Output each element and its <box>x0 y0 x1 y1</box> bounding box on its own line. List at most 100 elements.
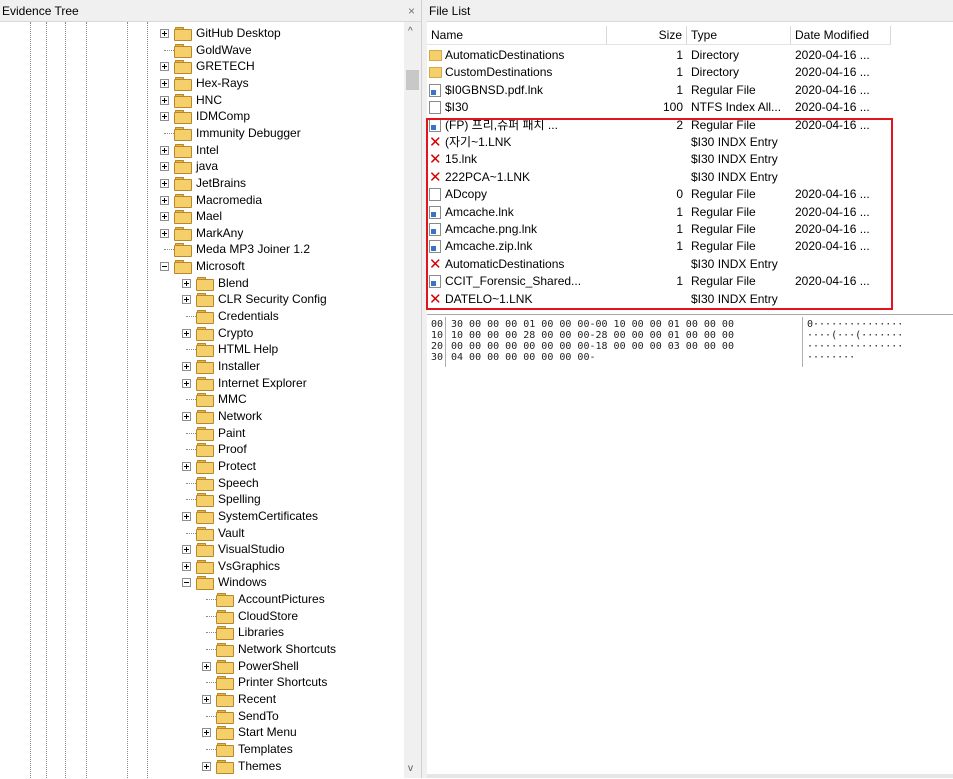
expand-plus-icon[interactable] <box>160 228 169 238</box>
folder-icon <box>174 143 192 158</box>
file-row[interactable]: $I30 100 NTFS Index All... 2020-04-16 ... <box>427 99 891 116</box>
scroll-up-arrow-icon[interactable]: ^ <box>408 26 413 37</box>
expand-plus-icon[interactable] <box>202 728 211 738</box>
tree-connector <box>186 316 196 317</box>
file-row[interactable]: AutomaticDestinations 1 Directory 2020-04-1… <box>427 47 891 64</box>
folder-icon <box>429 67 442 79</box>
file-name: AutomaticDestinations <box>445 48 565 62</box>
expand-plus-icon[interactable] <box>160 95 169 105</box>
tree-node-label: Crypto <box>218 325 254 340</box>
tree-node-label: Spelling <box>218 492 261 507</box>
expand-plus-icon[interactable] <box>182 328 191 338</box>
tree-node-label: Speech <box>218 475 259 490</box>
tree-scrollbar[interactable]: ^ v <box>404 22 421 778</box>
expand-plus-icon[interactable] <box>202 661 211 671</box>
expand-plus-icon[interactable] <box>160 29 169 38</box>
expand-plus-icon[interactable] <box>182 411 191 421</box>
folder-icon <box>196 276 214 291</box>
folder-icon <box>216 626 234 641</box>
file-size: 1 <box>676 48 683 62</box>
scroll-thumb[interactable] <box>406 70 419 90</box>
tree-connector <box>206 615 216 617</box>
tree-node-label: GoldWave <box>196 42 252 57</box>
column-header-type[interactable]: Type <box>687 26 791 44</box>
tree-node-label: GRETECH <box>196 59 255 74</box>
evidence-tree-titlebar: Evidence Tree × <box>0 0 421 22</box>
tree-node-label: Network Shortcuts <box>238 642 337 656</box>
folder-icon <box>174 60 192 75</box>
folder-icon <box>216 726 234 741</box>
expand-plus-icon[interactable] <box>160 112 169 122</box>
expand-plus-icon[interactable] <box>202 761 211 771</box>
hex-view-scrollbar[interactable] <box>427 774 953 778</box>
hex-bytes: 00 00 00 00 00 00 00 00-18 00 00 00 03 0… <box>451 341 734 352</box>
expand-plus-icon[interactable] <box>160 145 169 155</box>
tree-connector <box>164 49 174 51</box>
expand-plus-icon[interactable] <box>182 278 191 288</box>
expand-plus-icon[interactable] <box>182 295 191 305</box>
tree-connector <box>186 532 196 534</box>
tree-node-label: CloudStore <box>238 608 299 623</box>
folder-icon <box>196 409 214 424</box>
expand-plus-icon[interactable] <box>182 561 191 571</box>
expand-plus-icon[interactable] <box>182 378 191 388</box>
tree-node-label: Libraries <box>238 625 285 640</box>
hex-offset: 20 <box>431 341 444 352</box>
folder-icon <box>216 659 234 674</box>
folder-icon <box>174 193 192 208</box>
tree-node-label: Protect <box>218 458 257 473</box>
tree-node-label: Microsoft <box>196 259 245 274</box>
folder-icon <box>196 343 214 358</box>
folder-icon <box>196 543 214 558</box>
expand-plus-icon[interactable] <box>160 78 169 88</box>
collapse-minus-icon[interactable] <box>160 262 169 272</box>
expand-plus-icon[interactable] <box>160 195 169 205</box>
expand-plus-icon[interactable] <box>160 178 169 188</box>
expand-plus-icon[interactable] <box>182 545 191 555</box>
tree-connector <box>206 682 216 684</box>
folder-icon <box>174 93 192 108</box>
tree-node-label: Proof <box>218 442 247 457</box>
folder-icon <box>174 110 192 125</box>
tree-node-label: Windows <box>218 575 267 590</box>
expand-plus-icon[interactable] <box>202 695 211 704</box>
tree-connector <box>186 349 196 351</box>
folder-icon <box>174 210 192 225</box>
folder-icon <box>196 426 214 441</box>
tree-connector <box>186 449 196 451</box>
collapse-minus-icon[interactable] <box>182 578 191 588</box>
hex-view[interactable]: 00 30 00 00 00 01 00 00 00-00 10 00 00 01… <box>427 314 953 779</box>
folder-icon <box>174 243 192 258</box>
file-date-modified: 2020-04-16 ... <box>795 100 870 115</box>
expand-plus-icon[interactable] <box>182 362 191 371</box>
tree-node-label: SystemCertificates <box>218 508 319 523</box>
evidence-tree[interactable]: GitHub Desktop GoldWave GRETECH Hex-Rays HNC… <box>0 22 404 778</box>
folder-icon <box>196 310 214 324</box>
folder-icon <box>216 742 234 757</box>
folder-icon <box>216 693 234 707</box>
file-name: CustomDestinations <box>445 65 553 80</box>
file-list-header: Name Size Type Date Modified <box>427 26 891 45</box>
file-list-titlebar: File List <box>427 0 953 22</box>
hex-ascii: ········ <box>807 352 856 363</box>
hex-offset: 00 <box>431 319 444 330</box>
scroll-down-arrow-icon[interactable]: v <box>408 763 413 774</box>
file-row[interactable]: CustomDestinations 1 Directory 2020-04-16 .… <box>427 64 891 81</box>
tree-node-label: Mael <box>196 209 223 224</box>
expand-plus-icon[interactable] <box>160 62 169 72</box>
expand-plus-icon[interactable] <box>182 511 191 521</box>
column-header-date-modified[interactable]: Date Modified <box>791 26 891 44</box>
expand-plus-icon[interactable] <box>160 162 169 172</box>
close-icon[interactable]: × <box>408 4 415 18</box>
tree-node-label: Recent <box>238 692 277 706</box>
expand-plus-icon[interactable] <box>160 212 169 222</box>
tree-node-label: Macromedia <box>196 192 263 207</box>
folder-icon <box>429 50 442 61</box>
file-size: 100 <box>662 100 683 115</box>
column-header-name[interactable]: Name <box>427 26 607 44</box>
folder-icon <box>216 643 234 657</box>
column-header-size[interactable]: Size <box>607 26 687 44</box>
file-row[interactable]: $I0GBNSD.pdf.lnk 1 Regular File 2020-04-16 … <box>427 82 891 99</box>
expand-plus-icon[interactable] <box>182 461 191 471</box>
tree-node-label: Immunity Debugger <box>196 125 301 140</box>
